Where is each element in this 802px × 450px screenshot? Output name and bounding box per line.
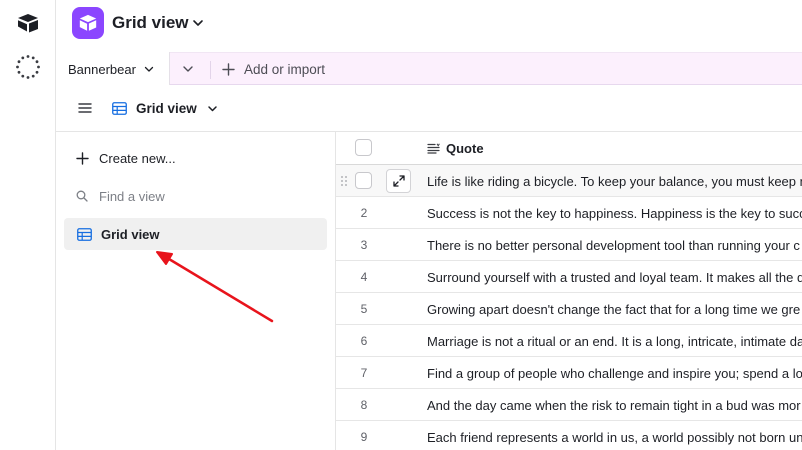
table-row[interactable]: 5 Growing apart doesn't change the fact … — [336, 293, 802, 325]
views-sidebar: Create new... Find a view Grid view — [56, 132, 336, 450]
find-view-placeholder: Find a view — [99, 188, 165, 204]
all-tables-chevron-icon[interactable] — [182, 63, 194, 75]
row-number: 6 — [360, 334, 368, 348]
find-view-search[interactable]: Find a view — [76, 186, 165, 206]
quote-cell[interactable]: Success is not the key to happiness. Hap… — [427, 197, 802, 229]
table-tab-bannerbear[interactable]: Bannerbear — [56, 52, 170, 86]
view-switcher-button[interactable]: Grid view — [112, 85, 218, 131]
row-number: 7 — [360, 366, 368, 380]
quote-cell[interactable]: Find a group of people who challenge and… — [427, 357, 802, 389]
records-grid: Quote Life is like riding a bicycle. To … — [336, 132, 802, 450]
base-title[interactable]: Grid view — [112, 13, 189, 33]
row-number: 9 — [360, 430, 368, 444]
create-new-view-button[interactable]: Create new... — [76, 148, 176, 168]
chevron-down-icon[interactable] — [144, 64, 154, 74]
quote-cell[interactable]: Life is like riding a bicycle. To keep y… — [427, 165, 802, 197]
grid-view-icon — [77, 227, 92, 241]
base-icon[interactable] — [72, 7, 104, 39]
quote-cell[interactable]: Growing apart doesn't change the fact th… — [427, 293, 800, 325]
base-header: Grid view — [56, 0, 802, 52]
field-header-quote[interactable]: Quote — [427, 132, 484, 165]
drag-handle-icon[interactable] — [340, 175, 348, 187]
view-bar: Grid view — [56, 85, 802, 132]
grid-view-icon — [112, 101, 127, 115]
add-or-import-label: Add or import — [244, 62, 326, 77]
table-row[interactable]: 7 Find a group of people who challenge a… — [336, 357, 802, 389]
quote-cell[interactable]: Each friend represents a world in us, a … — [427, 421, 802, 450]
quote-cell[interactable]: Surround yourself with a trusted and loy… — [427, 261, 802, 293]
quote-cell[interactable]: There is no better personal development … — [427, 229, 800, 261]
create-new-label: Create new... — [99, 150, 176, 166]
divider — [210, 61, 211, 79]
expand-icon — [392, 175, 405, 187]
chevron-down-icon — [208, 105, 217, 111]
table-row[interactable]: 3 There is no better personal developmen… — [336, 229, 802, 261]
annotation-arrow — [156, 251, 274, 323]
grid-header-row: Quote — [336, 132, 802, 165]
row-number: 5 — [360, 302, 368, 316]
field-name: Quote — [446, 141, 484, 156]
left-rail — [0, 0, 56, 450]
table-row[interactable]: 9 Each friend represents a world in us, … — [336, 421, 802, 450]
row-number: 2 — [360, 206, 368, 220]
row-checkbox[interactable] — [355, 172, 372, 189]
loading-spinner-icon — [16, 55, 40, 79]
table-row[interactable]: Life is like riding a bicycle. To keep y… — [336, 165, 802, 197]
row-number: 3 — [360, 238, 368, 252]
plus-icon — [222, 63, 235, 76]
table-row[interactable]: 8 And the day came when the risk to rema… — [336, 389, 802, 421]
table-row[interactable]: 6 Marriage is not a ritual or an end. It… — [336, 325, 802, 357]
base-cube-icon — [79, 14, 97, 31]
quote-cell[interactable]: Marriage is not a ritual or an end. It i… — [427, 325, 802, 357]
current-view-name: Grid view — [136, 100, 197, 116]
chevron-down-icon[interactable] — [192, 17, 204, 29]
view-item-label: Grid view — [101, 226, 160, 242]
plus-icon — [76, 151, 89, 165]
expand-record-button[interactable] — [386, 169, 411, 193]
table-tab-bar: Bannerbear Add or import — [56, 52, 802, 86]
quote-cell[interactable]: And the day came when the risk to remain… — [427, 389, 801, 421]
row-number: 8 — [360, 398, 368, 412]
long-text-field-icon — [427, 143, 440, 154]
select-all-checkbox[interactable] — [355, 139, 372, 156]
hamburger-menu-icon[interactable] — [78, 101, 92, 115]
table-row[interactable]: 2 Success is not the key to happiness. H… — [336, 197, 802, 229]
add-or-import-button[interactable]: Add or import — [222, 53, 325, 86]
sidebar-view-grid-view[interactable]: Grid view — [64, 218, 327, 250]
airtable-logo-icon[interactable] — [16, 13, 40, 33]
row-number: 4 — [360, 270, 368, 284]
table-row[interactable]: 4 Surround yourself with a trusted and l… — [336, 261, 802, 293]
table-tab-label: Bannerbear — [68, 61, 136, 77]
search-icon — [76, 190, 88, 202]
